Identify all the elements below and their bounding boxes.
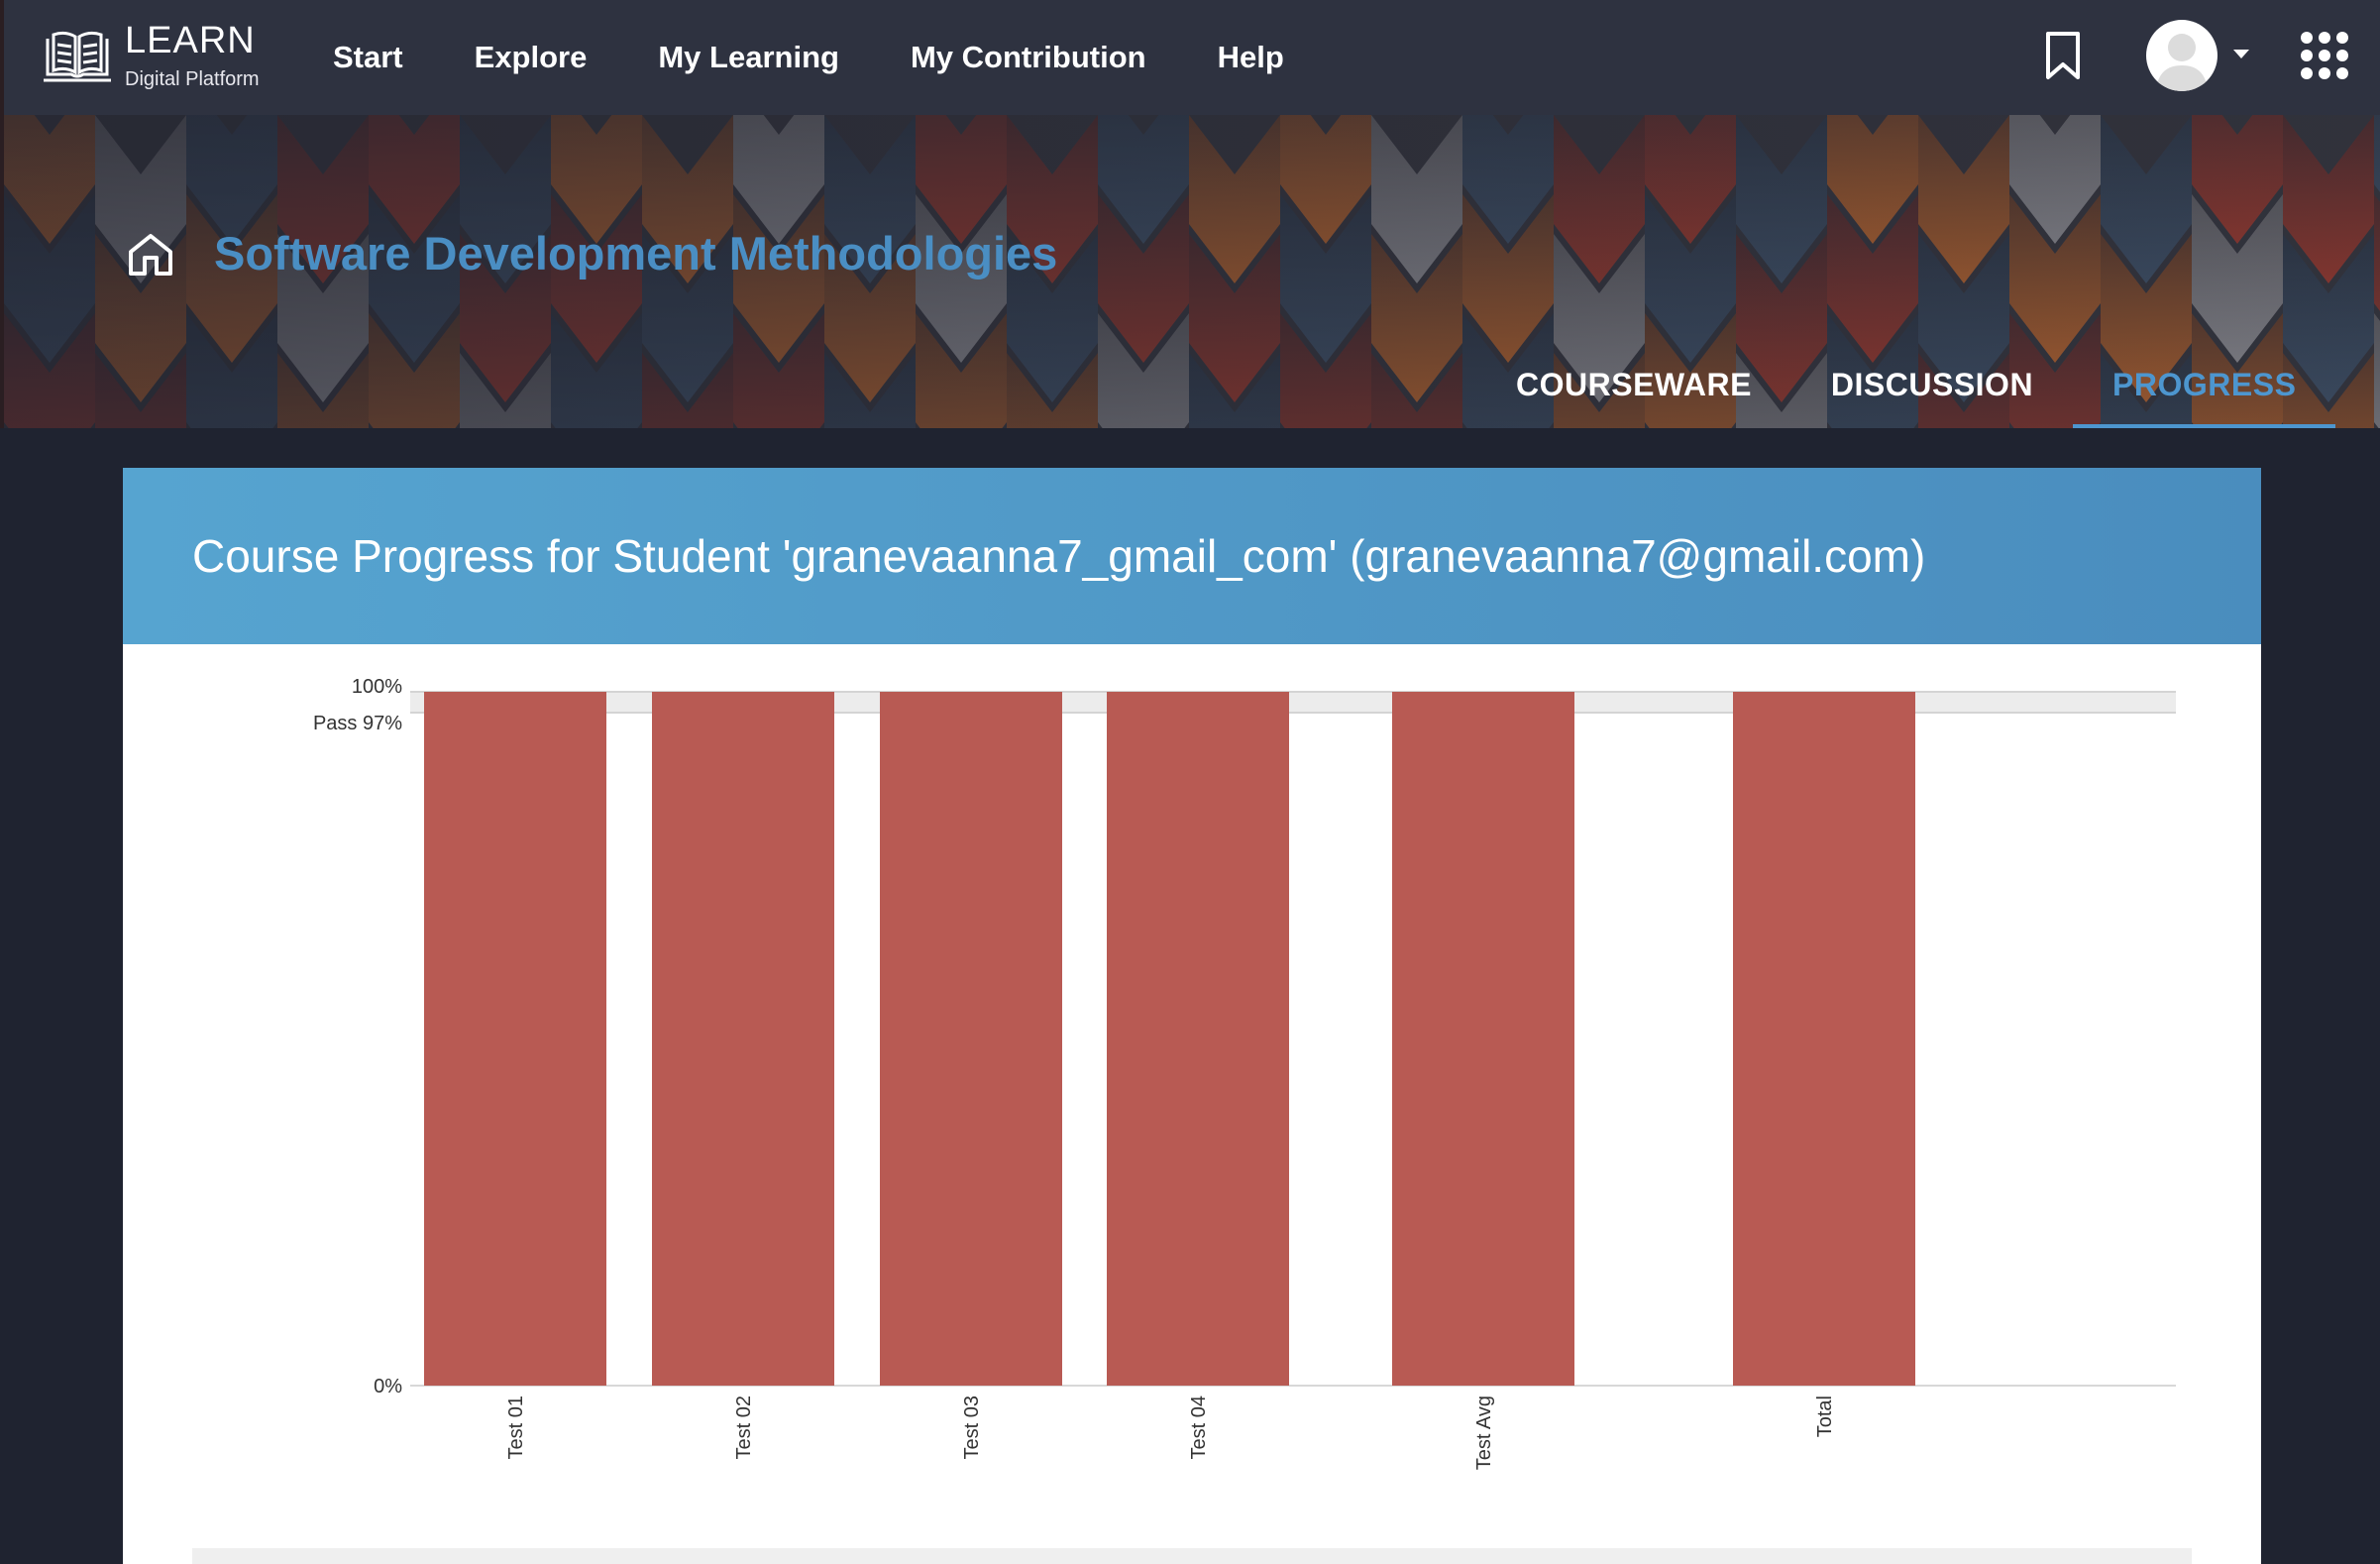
bar-test-03 — [880, 692, 1062, 1386]
bar-test-04 — [1107, 692, 1289, 1386]
user-menu-caret-icon[interactable] — [2233, 50, 2249, 58]
x-tick-label: Test 02 — [733, 1396, 755, 1459]
nav-explore[interactable]: Explore — [475, 40, 588, 75]
course-tabs: COURSEWARE DISCUSSION PROGRESS — [1476, 363, 2336, 428]
apps-grid-icon[interactable] — [2301, 32, 2348, 81]
bookmark-icon[interactable] — [2043, 30, 2083, 81]
course-banner: Software Development Methodologies COURS… — [0, 115, 2380, 428]
nav-my-learning[interactable]: My Learning — [658, 40, 839, 75]
progress-heading: Course Progress for Student 'granevaanna… — [192, 530, 1926, 582]
y-tick-label: 0% — [374, 1376, 402, 1397]
tab-discussion[interactable]: DISCUSSION — [1791, 363, 2073, 428]
y-tick-label: 100% — [352, 676, 402, 698]
progress-chart: 100% Pass 97% 0% Test 01 Test 02 Test 03 Test … — [313, 676, 2176, 1470]
y-tick-label: Pass 97% — [313, 713, 402, 734]
x-tick-label: Test 03 — [961, 1396, 983, 1459]
main-menu: Start Explore My Learning My Contributio… — [333, 0, 1355, 115]
tab-courseware[interactable]: COURSEWARE — [1476, 363, 1791, 428]
logo-title: LEARN — [125, 20, 256, 61]
user-avatar[interactable] — [2146, 20, 2218, 91]
home-icon[interactable] — [127, 232, 174, 278]
progress-card-header: Course Progress for Student 'granevaanna… — [123, 468, 2261, 644]
tab-progress[interactable]: PROGRESS — [2073, 363, 2336, 428]
progress-card: Course Progress for Student 'granevaanna… — [123, 468, 2261, 1564]
x-tick-label: Test Avg — [1473, 1396, 1495, 1470]
bar-test-01 — [424, 692, 606, 1386]
bar-total — [1733, 692, 1915, 1386]
user-silhouette-icon — [2156, 34, 2208, 91]
nav-start[interactable]: Start — [333, 40, 403, 75]
course-title[interactable]: Software Development Methodologies — [214, 226, 1057, 280]
card-footer-divider — [192, 1548, 2192, 1564]
top-navigation: LEARN Digital Platform Start Explore My … — [0, 0, 2380, 115]
open-book-icon — [44, 31, 111, 82]
nav-help[interactable]: Help — [1218, 40, 1284, 75]
x-tick-label: Total — [1814, 1396, 1836, 1437]
x-tick-label: Test 04 — [1188, 1396, 1210, 1459]
logo-subtitle: Digital Platform — [125, 68, 260, 90]
bar-test-avg — [1392, 692, 1574, 1386]
x-tick-label: Test 01 — [505, 1396, 527, 1459]
nav-my-contribution[interactable]: My Contribution — [911, 40, 1146, 75]
platform-logo[interactable]: LEARN Digital Platform — [42, 22, 260, 93]
bar-test-02 — [652, 692, 834, 1386]
